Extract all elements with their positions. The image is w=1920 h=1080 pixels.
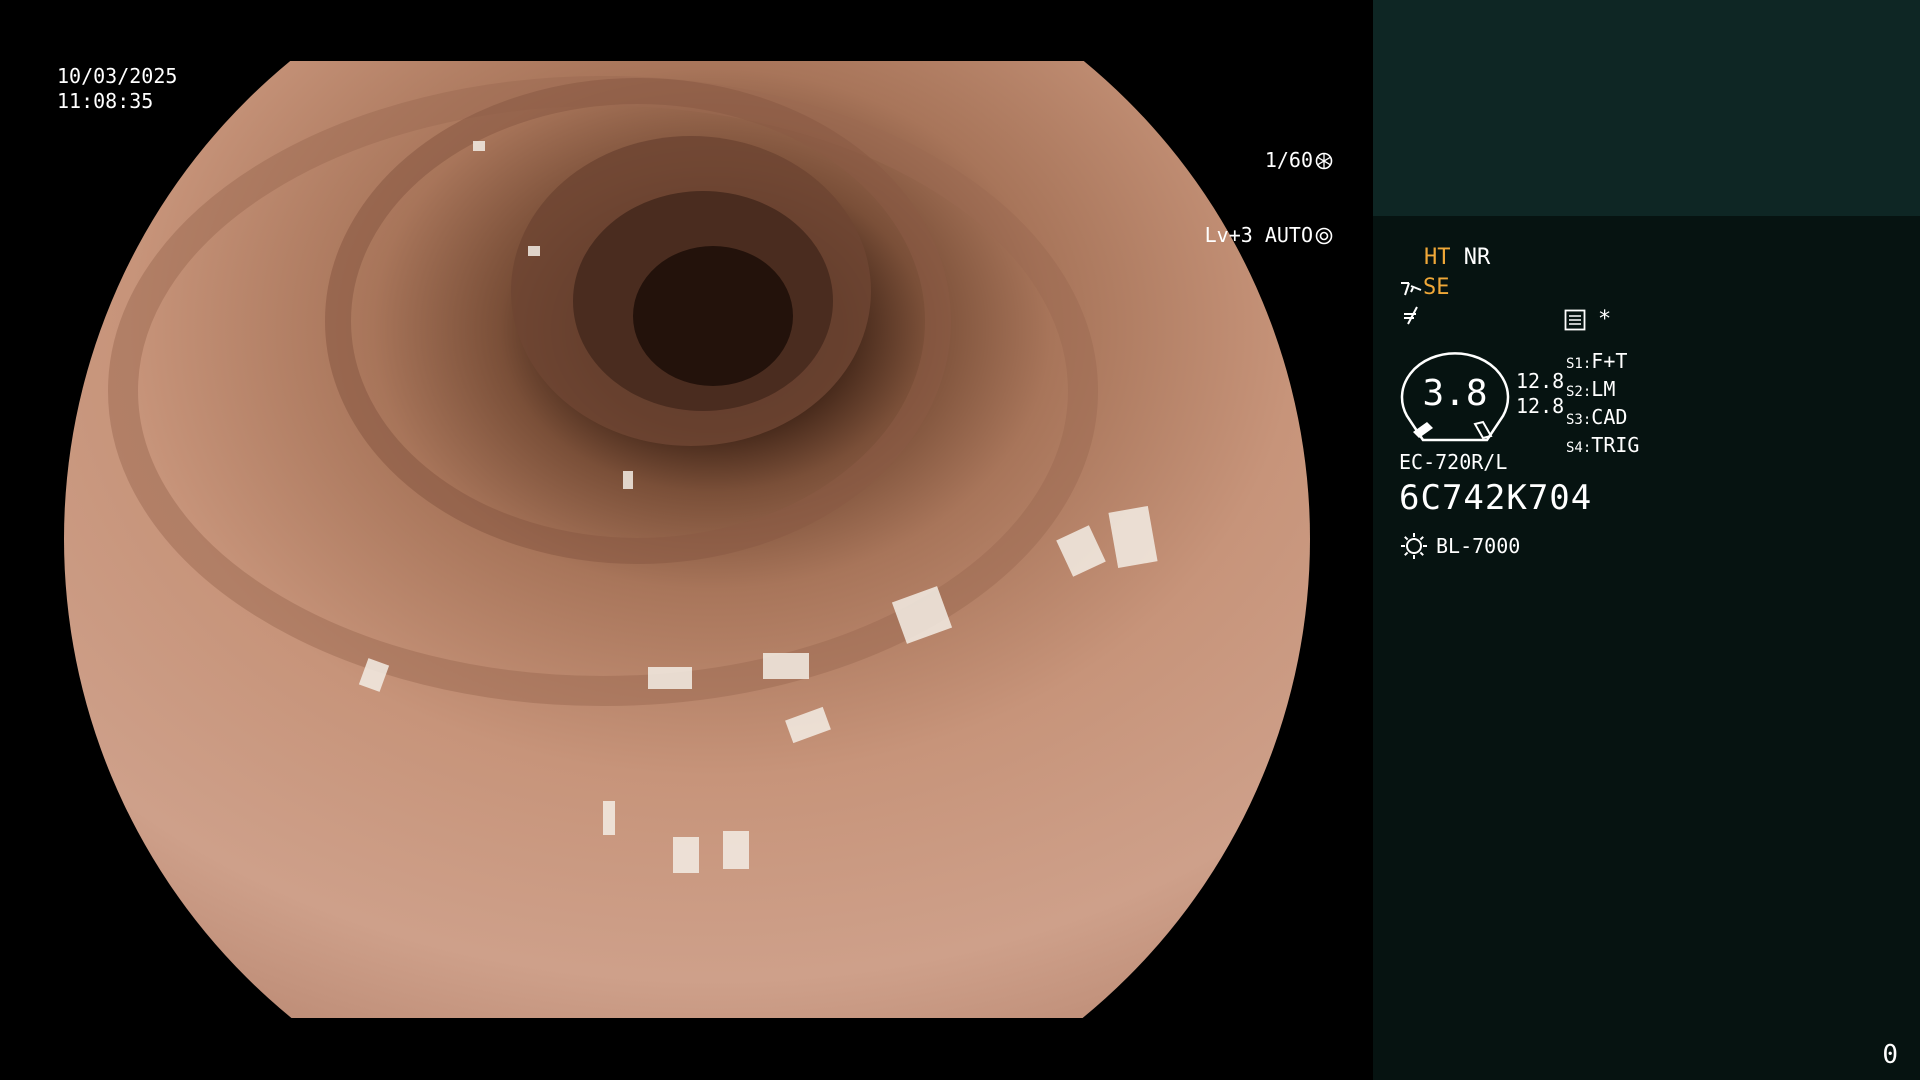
shutter-text: 1/60 [1264,148,1313,172]
ratio-bottom: 12.8 [1516,394,1565,418]
date-time-display: 10/03/2025 11:08:35 [57,64,177,114]
memo-row: * [1564,306,1611,334]
se-row: SE [1399,274,1450,302]
ht-label: HT [1424,245,1451,270]
scope-model: EC-720R/L [1399,450,1508,474]
color-mode-row [1401,304,1423,334]
switch-value: TRIG [1591,433,1640,457]
asterisk-mark: * [1598,307,1612,332]
se-label: SE [1423,275,1450,300]
color-mode-icon [1404,306,1418,325]
colon-lumen-image [64,61,1310,1018]
iris-text: Lv+3 AUTO [1204,223,1313,247]
switch-value: F+T [1591,349,1628,373]
switch-key: S2: [1566,384,1592,400]
switch-key: S3: [1566,412,1592,428]
switch-assignments: S1:F+T S2:LM S3:CAD S4:TRIG [1566,349,1639,461]
switch-value: CAD [1591,405,1628,429]
switch-key: S4: [1566,440,1592,456]
aperture-icon [1315,152,1333,169]
endoscope-view: 10/03/2025 11:08:35 1/60 Lv+3 AUTO [0,0,1373,1080]
structure-enhance-icon [1401,282,1422,296]
endoscopic-image [63,61,1311,1018]
time-text: 11:08:35 [57,89,154,113]
ratio-top: 12.8 [1516,369,1565,393]
ratio-values: 12.8 12.8 [1516,369,1564,419]
memo-icon [1564,309,1586,331]
switch-key: S1: [1566,356,1592,372]
panel-header-area [1373,0,1920,216]
switch-row: S1:F+T [1566,349,1639,377]
zoom-value: 3.8 [1422,373,1488,414]
camera-settings: 1/60 Lv+3 AUTO [1205,98,1333,298]
light-source-icon [1401,533,1427,559]
serial-number: 6C742K704 [1399,478,1593,518]
date-text: 10/03/2025 [57,64,178,88]
switch-row: S4:TRIG [1566,433,1639,461]
switch-row: S3:CAD [1566,405,1639,433]
ht-nr-row: HT NR [1424,244,1490,272]
iris-icon [1315,227,1333,244]
light-source-row: BL-7000 [1400,532,1520,560]
nr-label: NR [1463,245,1491,270]
switch-value: LM [1591,377,1616,401]
image-counter: 0 [1882,1040,1898,1070]
switch-row: S2:LM [1566,377,1639,405]
light-source-label: BL-7000 [1436,534,1521,558]
